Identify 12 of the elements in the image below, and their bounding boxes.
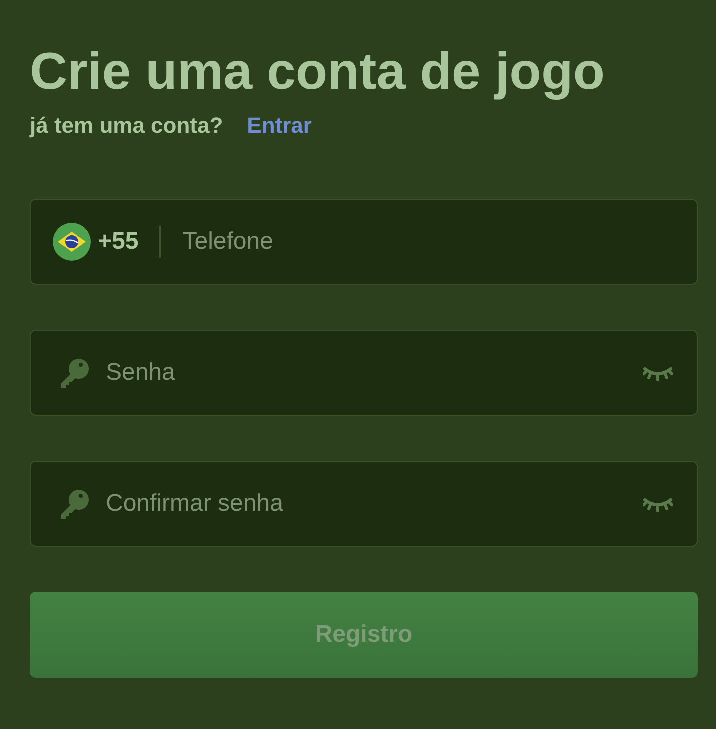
password-input[interactable]: Senha	[104, 358, 643, 388]
country-code[interactable]: +55	[98, 228, 139, 256]
password-field[interactable]: Senha	[30, 330, 698, 416]
login-link[interactable]: Entrar	[247, 113, 312, 140]
key-icon	[59, 357, 91, 390]
key-icon	[59, 488, 91, 520]
account-question: já tem uma conta?	[30, 113, 224, 140]
brazil-flag-icon[interactable]	[53, 223, 91, 262]
page-title: Crie uma conta de jogo	[30, 44, 606, 102]
password-field[interactable]: Confirmar senha	[30, 461, 698, 548]
phone-field[interactable]: +55 Telefone	[30, 199, 698, 286]
password-input[interactable]: Confirmar senha	[104, 489, 643, 520]
